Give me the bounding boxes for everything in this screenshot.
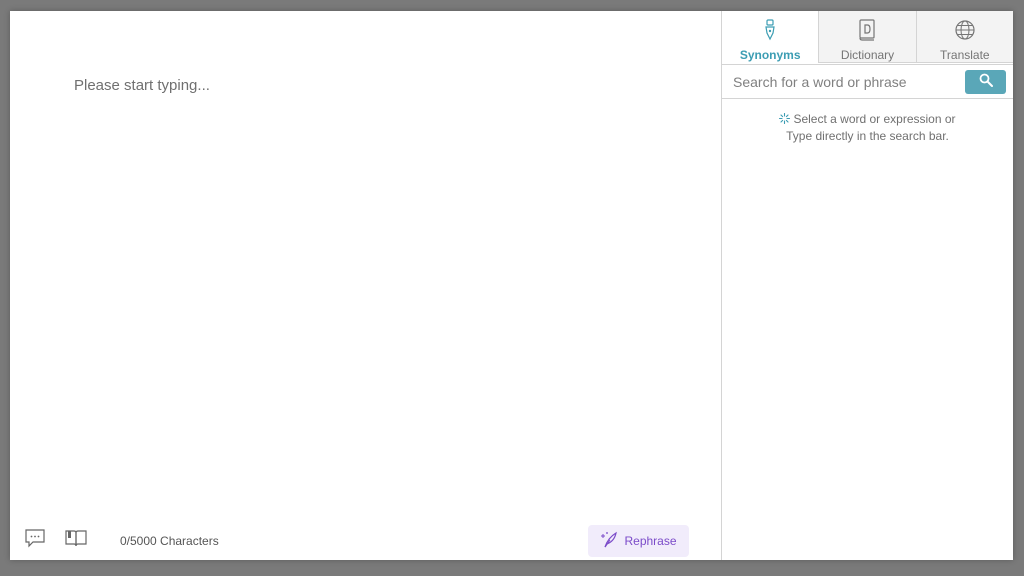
editor-bottom-bar: 0/5000 Characters Rephrase	[10, 520, 721, 560]
dictionary-book-icon	[858, 19, 876, 44]
character-count: 0/5000 Characters	[120, 534, 219, 548]
rephrase-button[interactable]: Rephrase	[588, 525, 689, 557]
editor-textarea[interactable]	[74, 77, 694, 477]
open-book-icon[interactable]	[64, 528, 90, 550]
hint-line-2: Type directly in the search bar.	[786, 129, 949, 143]
tab-synonyms-label: Synonyms	[739, 48, 801, 62]
app-window: 0/5000 Characters Rephrase	[10, 11, 1013, 560]
quill-sparkle-icon	[600, 531, 618, 552]
comment-icon[interactable]	[24, 528, 50, 550]
pen-nib-icon	[763, 19, 777, 44]
synonym-search-input[interactable]	[733, 71, 958, 93]
tab-translate-label: Translate	[940, 48, 990, 62]
hint-line-1: Select a word or expression or	[793, 112, 956, 126]
sidebar-hint: Select a word or expression or Type dire…	[722, 111, 1013, 144]
search-icon	[979, 73, 993, 92]
sparkle-loader-icon	[779, 112, 791, 128]
editor-panel: 0/5000 Characters Rephrase	[10, 11, 721, 560]
tab-synonyms[interactable]: Synonyms	[722, 11, 819, 63]
synonym-search-bar	[722, 64, 1013, 99]
sidebar-tabs: Synonyms Dictionary Translate	[722, 11, 1013, 63]
tab-translate[interactable]: Translate	[915, 11, 1013, 63]
sidebar-panel: Synonyms Dictionary Translate Search for…	[722, 11, 1013, 560]
globe-icon	[954, 19, 976, 44]
rephrase-label: Rephrase	[624, 534, 677, 548]
tab-dictionary-label: Dictionary	[840, 48, 895, 62]
search-button[interactable]	[965, 70, 1006, 94]
tab-dictionary[interactable]: Dictionary	[818, 11, 916, 63]
